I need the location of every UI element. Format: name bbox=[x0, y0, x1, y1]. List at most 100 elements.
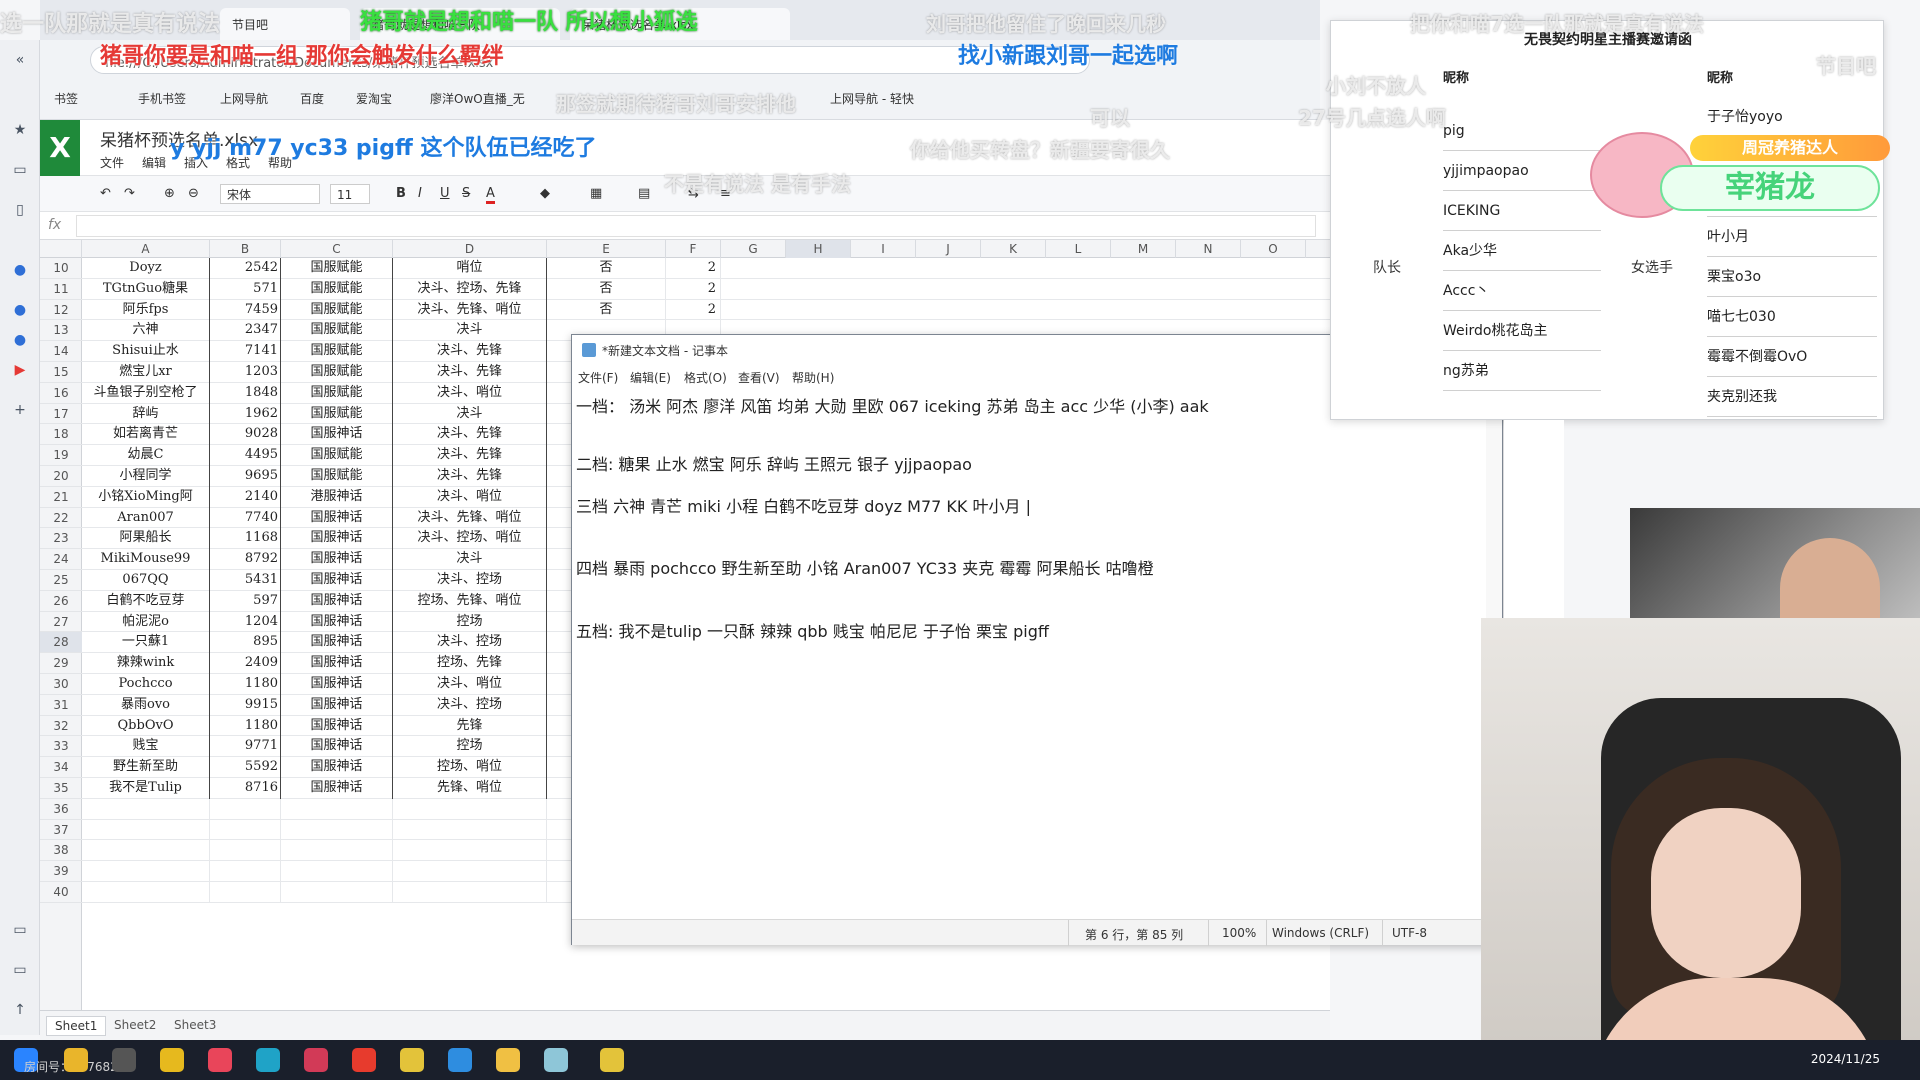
underline-icon[interactable]: U bbox=[440, 184, 450, 204]
cell-a[interactable]: MikiMouse99 bbox=[82, 549, 210, 570]
cell-f[interactable]: 2 bbox=[666, 258, 721, 279]
sheet-tab-3[interactable]: Sheet3 bbox=[166, 1016, 224, 1034]
cell-a[interactable]: 阿果船长 bbox=[82, 528, 210, 550]
cell-b[interactable]: 571 bbox=[210, 278, 281, 300]
cell-d[interactable] bbox=[393, 882, 547, 903]
column-header-g[interactable]: G bbox=[721, 240, 786, 258]
strikethrough-icon[interactable]: S bbox=[462, 184, 470, 204]
cell-d[interactable] bbox=[393, 840, 547, 862]
cell-a[interactable]: QbbOvO bbox=[82, 715, 210, 737]
cell-a[interactable] bbox=[82, 798, 210, 820]
cell-c[interactable] bbox=[281, 840, 393, 862]
cell-b[interactable]: 5592 bbox=[210, 757, 281, 778]
cell-a[interactable]: 野生新至助 bbox=[82, 757, 210, 778]
cell-d[interactable]: 控场、哨位 bbox=[393, 757, 547, 778]
select-all-corner[interactable] bbox=[40, 240, 82, 258]
cell-a[interactable] bbox=[82, 861, 210, 882]
cell-c[interactable]: 国服神话 bbox=[281, 590, 393, 612]
menu-edit[interactable]: 编辑 bbox=[142, 154, 166, 171]
cell-c[interactable]: 国服赋能 bbox=[281, 403, 393, 425]
clock-app-icon[interactable] bbox=[112, 1048, 136, 1072]
tab-1[interactable]: 节目吧 bbox=[220, 8, 350, 40]
cell-a[interactable]: 斗鱼银子别空枪了 bbox=[82, 382, 210, 404]
weather-icon[interactable]: ● bbox=[10, 300, 30, 320]
np-menu-help[interactable]: 帮助(H) bbox=[792, 369, 834, 386]
cell-c[interactable] bbox=[281, 861, 393, 882]
cell-c[interactable]: 国服神话 bbox=[281, 778, 393, 799]
cell-b[interactable] bbox=[210, 798, 281, 820]
star-icon[interactable]: ★ bbox=[10, 120, 30, 140]
search-icon[interactable]: ● bbox=[10, 260, 30, 280]
column-header-b[interactable]: B bbox=[210, 240, 281, 258]
cell-c[interactable]: 国服赋能 bbox=[281, 299, 393, 321]
cell-a[interactable]: 帕泥泥o bbox=[82, 611, 210, 633]
bookmark-item[interactable]: 书签 bbox=[54, 90, 78, 107]
column-header-j[interactable]: J bbox=[916, 240, 981, 258]
column-header-a[interactable]: A bbox=[82, 240, 210, 258]
cell-b[interactable]: 8792 bbox=[210, 549, 281, 570]
cell-c[interactable]: 国服神话 bbox=[281, 653, 393, 674]
cell-a[interactable]: 阿乐fps bbox=[82, 299, 210, 321]
cell-c[interactable]: 国服赋能 bbox=[281, 258, 393, 279]
cell-d[interactable] bbox=[393, 798, 547, 820]
column-header-h[interactable]: H bbox=[786, 240, 851, 258]
download-icon[interactable]: ▭ bbox=[10, 920, 30, 940]
cell-c[interactable]: 港服神话 bbox=[281, 486, 393, 508]
column-header-i[interactable]: I bbox=[851, 240, 916, 258]
column-header-k[interactable]: K bbox=[981, 240, 1046, 258]
add-icon[interactable]: + bbox=[10, 400, 30, 420]
font-size-select[interactable]: 11 bbox=[330, 184, 370, 204]
cell-c[interactable] bbox=[281, 798, 393, 820]
cell-b[interactable]: 7141 bbox=[210, 341, 281, 362]
app-icon[interactable] bbox=[600, 1048, 624, 1072]
cell-a[interactable]: 小铭XioMing阿 bbox=[82, 486, 210, 508]
column-header-d[interactable]: D bbox=[393, 240, 547, 258]
sheet-tab-2[interactable]: Sheet2 bbox=[106, 1016, 164, 1034]
video-icon[interactable]: ▶ bbox=[10, 360, 30, 380]
notepad-app-icon[interactable] bbox=[544, 1048, 568, 1072]
cell-a[interactable]: 067QQ bbox=[82, 570, 210, 591]
cell-d[interactable]: 哨位 bbox=[393, 258, 547, 279]
app-icon[interactable] bbox=[208, 1048, 232, 1072]
cell-d[interactable]: 决斗、控场、哨位 bbox=[393, 528, 547, 550]
zoom-out-icon[interactable]: ⊖ bbox=[188, 184, 199, 204]
cell-d[interactable]: 决斗、哨位 bbox=[393, 486, 547, 508]
column-header-m[interactable]: M bbox=[1111, 240, 1176, 258]
cell-d[interactable]: 控场、先锋 bbox=[393, 653, 547, 674]
cell-b[interactable] bbox=[210, 840, 281, 862]
cell-e[interactable]: 否 bbox=[547, 258, 666, 279]
column-header-e[interactable]: E bbox=[547, 240, 666, 258]
cell-a[interactable]: 暴雨ovo bbox=[82, 694, 210, 716]
column-header-n[interactable]: N bbox=[1176, 240, 1241, 258]
folder-icon[interactable]: ▭ bbox=[10, 160, 30, 180]
cell-a[interactable]: Shisui止水 bbox=[82, 341, 210, 362]
column-header-c[interactable]: C bbox=[281, 240, 393, 258]
cell-a[interactable]: Doyz bbox=[82, 258, 210, 279]
cell-b[interactable]: 9915 bbox=[210, 694, 281, 716]
cell-d[interactable]: 决斗、控场 bbox=[393, 694, 547, 716]
notepad-text-area[interactable]: 一档： 汤米 阿杰 廖洋 风笛 均弟 大勋 里欧 067 iceking 苏弟 … bbox=[576, 387, 1486, 907]
chrome-icon[interactable] bbox=[64, 1048, 88, 1072]
cell-d[interactable]: 决斗、先锋 bbox=[393, 466, 547, 487]
bookmark-item[interactable]: 手机书签 bbox=[138, 90, 186, 107]
cell-c[interactable]: 国服赋能 bbox=[281, 320, 393, 342]
cell-a[interactable] bbox=[82, 819, 210, 841]
cell-a[interactable] bbox=[82, 882, 210, 903]
cell-d[interactable]: 控场 bbox=[393, 736, 547, 758]
cell-d[interactable]: 决斗、先锋 bbox=[393, 424, 547, 446]
column-header-f[interactable]: F bbox=[666, 240, 721, 258]
cell-c[interactable] bbox=[281, 819, 393, 841]
cell-b[interactable]: 2542 bbox=[210, 258, 281, 279]
cell-c[interactable]: 国服赋能 bbox=[281, 382, 393, 404]
np-menu-format[interactable]: 格式(O) bbox=[684, 369, 727, 386]
cell-a[interactable]: 幼晨C bbox=[82, 445, 210, 466]
app-icon[interactable] bbox=[160, 1048, 184, 1072]
np-menu-edit[interactable]: 编辑(E) bbox=[630, 369, 671, 386]
browser-icon[interactable] bbox=[448, 1048, 472, 1072]
cell-d[interactable]: 决斗 bbox=[393, 403, 547, 425]
cell-b[interactable] bbox=[210, 819, 281, 841]
cell-b[interactable]: 2140 bbox=[210, 486, 281, 508]
cell-d[interactable]: 决斗 bbox=[393, 549, 547, 570]
cell-c[interactable]: 国服神话 bbox=[281, 736, 393, 758]
cell-d[interactable]: 决斗、控场 bbox=[393, 632, 547, 654]
